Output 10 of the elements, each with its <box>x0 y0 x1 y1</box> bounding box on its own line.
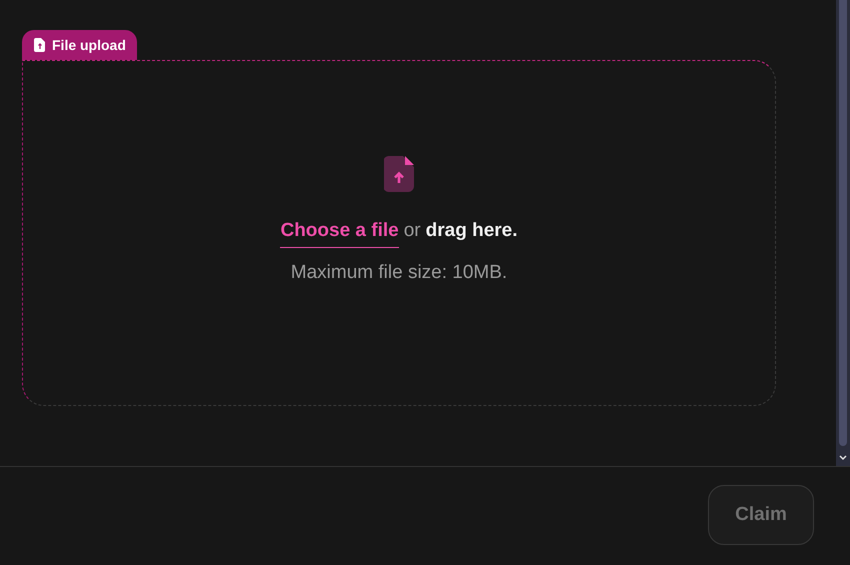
drop-zone[interactable]: Choose a file or drag here. Maximum file size: 10MB. <box>22 60 776 406</box>
or-text: or <box>404 220 421 242</box>
file-upload-icon <box>384 156 414 192</box>
choose-file-link[interactable]: Choose a file <box>280 220 399 248</box>
scrollbar[interactable] <box>836 0 850 466</box>
max-size-hint: Maximum file size: 10MB. <box>290 262 508 284</box>
tab-label: File upload <box>52 37 126 53</box>
drag-here-text: drag here. <box>426 220 518 242</box>
file-icon <box>34 38 46 52</box>
scroll-thumb[interactable] <box>839 0 847 446</box>
